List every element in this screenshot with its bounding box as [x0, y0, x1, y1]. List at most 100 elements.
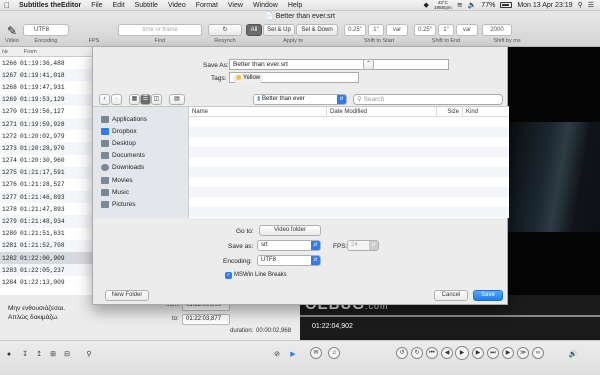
table-row[interactable]: 1266 01:19:36,488 — [0, 57, 92, 69]
mute-icon[interactable]: ♫ — [328, 347, 340, 359]
find-time-input[interactable]: time or frame — [118, 24, 202, 36]
table-row[interactable]: 1273 01:20:28,970 — [0, 142, 92, 155]
to-field[interactable]: 01:22:03,877 — [182, 314, 230, 325]
insert-after-icon[interactable]: ↥ — [34, 350, 44, 360]
subtitle-list[interactable]: № From 1266 01:19:36,488 1267 01:19:41,018 1… — [0, 47, 92, 295]
file-list[interactable]: Name Date Modified Size Kind — [189, 107, 509, 218]
menu-app-name[interactable]: Subtitles theEditor — [14, 2, 86, 9]
step-back-icon[interactable]: ◀ — [441, 347, 453, 359]
menu-format[interactable]: Format — [191, 2, 223, 9]
table-row[interactable]: 1282 01:22:00,909 — [0, 252, 92, 265]
split-icon[interactable]: ⊟ — [62, 350, 72, 360]
apply-sel-up-button[interactable]: Sel & Up — [263, 24, 295, 36]
table-row[interactable]: 1279 01:21:48,934 — [0, 215, 92, 228]
apply-sel-down-button[interactable]: Sel & Down — [296, 24, 338, 36]
skip-forward-icon[interactable]: ⏭ — [487, 347, 499, 359]
forward-button[interactable]: › — [111, 94, 122, 105]
table-row[interactable]: 1271 01:19:59,928 — [0, 117, 92, 131]
record-icon[interactable]: ● — [4, 350, 14, 360]
forward-icon[interactable]: ↻ — [411, 347, 423, 359]
notification-center-icon[interactable]: ☰ — [588, 1, 594, 9]
table-row[interactable]: 1278 01:21:47,893 — [0, 203, 92, 215]
end-unit-field[interactable]: 1" — [438, 24, 454, 36]
clock[interactable]: Mon 13 Apr 23:19 — [517, 2, 572, 9]
wifi-icon[interactable]: ≊ — [457, 1, 463, 9]
insert-before-icon[interactable]: ↧ — [20, 350, 30, 360]
battery-percent[interactable]: 77% — [481, 2, 495, 9]
sidebar-item-movies[interactable]: Movies — [93, 174, 188, 186]
table-row[interactable]: 1275 01:21:17,591 — [0, 166, 92, 179]
sidebar-item-dropbox[interactable]: Dropbox — [93, 125, 188, 137]
table-row[interactable]: 1270 01:19:56,127 — [0, 106, 92, 118]
table-row[interactable]: 1274 01:20:30,960 — [0, 155, 92, 167]
gallery-view-icon[interactable]: ▤ — [169, 94, 185, 105]
speed-icon[interactable]: ≫ — [517, 347, 529, 359]
menu-subtitle[interactable]: Subtitle — [130, 2, 163, 9]
line-breaks-checkbox[interactable]: ✓ — [225, 272, 232, 279]
sidebar-item-desktop[interactable]: Desktop — [93, 137, 188, 149]
table-row[interactable]: 1281 01:21:52,708 — [0, 239, 92, 252]
table-row[interactable]: 1284 01:22:13,009 — [0, 276, 92, 288]
save-as-input[interactable]: Better than ever.srt — [229, 59, 449, 70]
marker-icon[interactable]: ⚲ — [84, 350, 94, 360]
column-size[interactable]: Size — [437, 107, 463, 117]
start-unit-field[interactable]: 1" — [368, 24, 384, 36]
video-folder-button[interactable]: Video folder — [259, 225, 321, 236]
video-player[interactable] — [508, 47, 600, 295]
video-icon[interactable]: ✎ — [7, 24, 17, 38]
tags-input[interactable]: Yellow — [229, 72, 359, 83]
sidebar-item-applications[interactable]: Applications — [93, 113, 188, 125]
play-button-icon[interactable]: ▶ — [455, 346, 469, 360]
shift-ms-field[interactable]: 2000 — [482, 24, 512, 36]
encoding-dialog-select[interactable]: UTF8 ⇵ — [257, 255, 321, 266]
table-row[interactable]: 1280 01:21:51,631 — [0, 228, 92, 240]
column-name[interactable]: Name — [189, 107, 327, 117]
resynch-button[interactable]: ↻ — [208, 24, 242, 36]
back-button[interactable]: ‹ — [99, 94, 110, 105]
sidebar-item-downloads[interactable]: Downloads — [93, 162, 188, 174]
search-field[interactable]: ⚲ Search — [353, 94, 503, 105]
column-kind[interactable]: Kind — [463, 107, 509, 117]
new-folder-button[interactable]: New Folder — [105, 290, 149, 301]
icon-view-icon[interactable]: ▦ — [129, 94, 140, 105]
column-number[interactable]: № — [2, 49, 8, 55]
volume-icon[interactable]: 🔈 — [468, 1, 477, 9]
menu-edit[interactable]: Edit — [108, 2, 130, 9]
end-shift-field[interactable]: 0.25" — [414, 24, 436, 36]
menu-help[interactable]: Help — [283, 2, 307, 9]
block-icon[interactable]: ⊘ — [272, 350, 282, 360]
rewind-icon[interactable]: ↺ — [396, 347, 408, 359]
column-date-modified[interactable]: Date Modified — [327, 107, 437, 117]
speech-bubble-icon[interactable]: ✉ — [310, 347, 322, 359]
menu-video[interactable]: Video — [163, 2, 191, 9]
column-view-icon[interactable]: ◫ — [151, 94, 162, 105]
apply-all-button[interactable]: All — [246, 24, 262, 36]
loop-icon[interactable]: ∞ — [532, 347, 544, 359]
format-select[interactable]: srt ⇵ — [257, 240, 321, 251]
menu-window[interactable]: Window — [248, 2, 283, 9]
list-view-icon[interactable]: ☰ — [140, 94, 151, 105]
start-var-field[interactable]: var — [386, 24, 408, 36]
table-row[interactable]: 1277 01:21:46,893 — [0, 191, 92, 204]
play-arrow-icon[interactable]: ▶ — [288, 350, 298, 360]
start-shift-field[interactable]: 0.25" — [344, 24, 366, 36]
temperature-readout[interactable]: 43°C 1958rpm — [434, 0, 452, 10]
expand-dialog-button[interactable]: ⌃ — [363, 59, 374, 70]
end-icon[interactable]: ▶ — [502, 347, 514, 359]
table-row[interactable]: 1268 01:19:47,931 — [0, 81, 92, 93]
save-button[interactable]: Save — [473, 290, 503, 301]
encoding-select[interactable]: UTF8 — [23, 24, 69, 36]
menu-file[interactable]: File — [86, 2, 107, 9]
column-from[interactable]: From — [24, 49, 37, 55]
step-forward-icon[interactable]: ▶ — [472, 347, 484, 359]
dropbox-status-icon[interactable]: ◆ — [424, 1, 429, 9]
table-row[interactable]: 1269 01:19:53,129 — [0, 93, 92, 106]
volume-slider-icon[interactable]: 🔊 — [568, 350, 578, 360]
tag-chip[interactable]: Yellow — [233, 74, 264, 83]
sidebar-item-music[interactable]: Music — [93, 186, 188, 198]
skip-back-icon[interactable]: ⏮ — [426, 347, 438, 359]
fps-select[interactable]: 24 ⇵ — [347, 240, 379, 251]
table-row[interactable]: 1283 01:22:05,237 — [0, 264, 92, 277]
sidebar-item-pictures[interactable]: Pictures — [93, 198, 188, 210]
table-row[interactable]: 1276 01:21:28,527 — [0, 179, 92, 191]
